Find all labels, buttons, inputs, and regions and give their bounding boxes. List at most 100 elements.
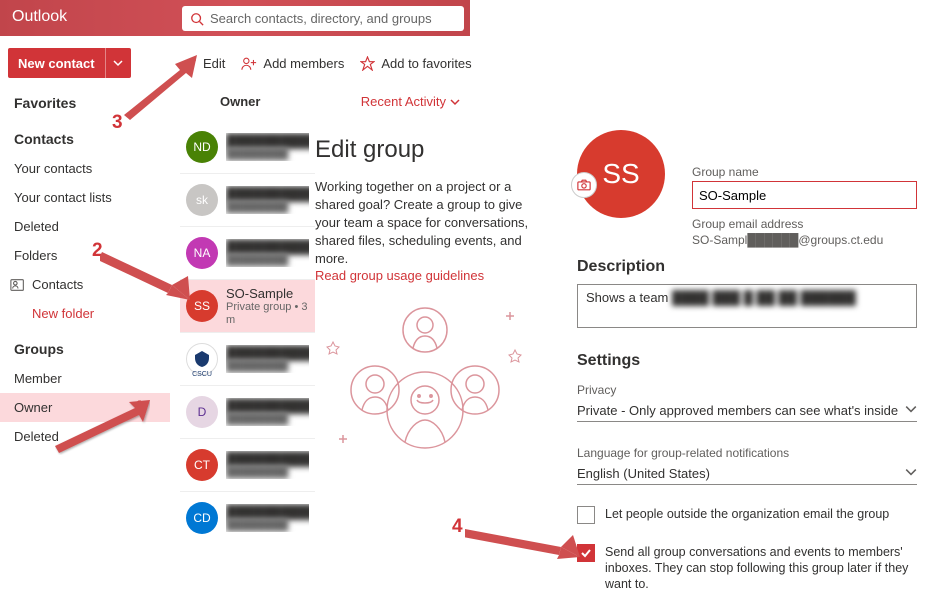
group-row[interactable]: ND ██████████████████ (180, 120, 315, 173)
group-row[interactable]: NA ██████████████████ (180, 226, 315, 279)
privacy-value: Private - Only approved members can see … (577, 403, 898, 418)
nav-folders[interactable]: Folders (0, 241, 170, 270)
group-name: ██████████ (226, 133, 309, 148)
nav-your-contact-lists[interactable]: Your contact lists (0, 183, 170, 212)
new-contact-label: New contact (8, 56, 105, 71)
group-name: SO-Sample (226, 286, 309, 301)
app-header: Outlook Search contacts, directory, and … (0, 0, 470, 36)
nav-contacts-link[interactable]: Contacts (0, 270, 170, 299)
group-name: ██████████ (226, 451, 309, 466)
app-name: Outlook (12, 8, 67, 26)
chevron-down-icon (905, 403, 917, 415)
new-contact-button[interactable]: New contact (8, 48, 131, 78)
star-icon (360, 56, 375, 71)
description-heading: Description (577, 258, 665, 276)
annotation-arrow-4 (465, 525, 580, 560)
group-toolbar: Edit Add members Add to favorites (182, 48, 472, 78)
group-subtitle: ████████ (226, 148, 309, 161)
nav-your-contacts[interactable]: Your contacts (0, 154, 170, 183)
description-value: Shows a team (586, 290, 668, 305)
privacy-label: Privacy (577, 383, 616, 397)
check-icon (580, 547, 592, 559)
edit-label: Edit (203, 56, 225, 71)
edit-group-panel: Edit group Working together on a project… (315, 136, 535, 283)
annotation-4: 4 (452, 516, 463, 538)
group-name: ██████████ (226, 345, 309, 360)
group-badge: NA (186, 237, 218, 269)
recent-activity-label: Recent Activity (361, 94, 446, 109)
group-subtitle: ████████ (226, 254, 309, 267)
group-row[interactable]: D ██████████████████ (180, 385, 315, 438)
language-select[interactable]: English (United States) (577, 463, 917, 485)
group-badge: D (186, 396, 218, 428)
description-input[interactable]: Shows a team ████ ███ █ ██ ██ ██████ (577, 284, 917, 328)
contacts-icon (10, 278, 26, 292)
group-badge: sk (186, 184, 218, 216)
search-icon (190, 12, 204, 26)
outside-email-checkbox[interactable] (577, 506, 595, 524)
add-favorites-button[interactable]: Add to favorites (360, 56, 471, 71)
list-column-header: Owner Recent Activity (220, 94, 460, 109)
group-row[interactable]: SS SO-SamplePrivate group • 3 m (180, 279, 315, 332)
description-hidden: ████ ███ █ ██ ██ ██████ (672, 290, 856, 305)
nav-favorites[interactable]: Favorites (0, 88, 170, 118)
group-row[interactable]: sk ██████████████████ (180, 173, 315, 226)
group-list: ND██████████████████sk██████████████████… (180, 120, 315, 544)
group-name-input[interactable] (692, 181, 917, 209)
recent-activity-sort[interactable]: Recent Activity (361, 94, 460, 109)
chevron-down-icon (905, 466, 917, 478)
group-badge: CSCU (186, 343, 218, 375)
privacy-select[interactable]: Private - Only approved members can see … (577, 400, 917, 422)
language-value: English (United States) (577, 466, 710, 481)
nav-member[interactable]: Member (0, 364, 170, 393)
search-placeholder: Search contacts, directory, and groups (210, 11, 432, 26)
nav-contacts[interactable]: Contacts (0, 124, 170, 154)
group-row[interactable]: CD██████████████████ (180, 491, 315, 544)
group-name-label: Group name (692, 165, 917, 179)
search-input[interactable]: Search contacts, directory, and groups (182, 6, 464, 31)
edit-group-blurb: Working together on a project or a share… (315, 178, 535, 268)
group-subtitle: ████████ (226, 201, 309, 214)
nav-deleted-groups[interactable]: Deleted (0, 422, 170, 451)
send-all-label: Send all group conversations and events … (605, 544, 917, 592)
add-favorites-label: Add to favorites (381, 56, 471, 71)
settings-heading: Settings (577, 352, 640, 370)
group-subtitle: ████████ (226, 360, 309, 373)
group-subtitle: Private group • 3 m (226, 301, 309, 327)
add-members-button[interactable]: Add members (241, 56, 344, 71)
group-email-value: SO-Sampl██████@groups.ct.edu (692, 232, 883, 248)
annotation-1: 1 (134, 398, 145, 420)
change-photo-button[interactable] (571, 172, 597, 198)
outside-email-label: Let people outside the organization emai… (605, 506, 889, 524)
new-contact-caret[interactable] (105, 48, 131, 78)
nav-new-folder[interactable]: New folder (0, 299, 170, 328)
group-badge: SS (186, 290, 218, 322)
group-row[interactable]: CT ██████████████████ (180, 438, 315, 491)
nav-groups[interactable]: Groups (0, 334, 170, 364)
left-nav: Favorites Contacts Your contacts Your co… (0, 88, 170, 451)
group-badge: CD (186, 502, 218, 534)
group-badge: ND (186, 131, 218, 163)
group-email-label: Group email address (692, 216, 883, 232)
group-name: ██████████ (226, 186, 309, 201)
owner-heading: Owner (220, 94, 260, 109)
send-all-checkbox[interactable] (577, 544, 595, 562)
chevron-down-icon (450, 97, 460, 107)
group-name: ██████████ (226, 239, 309, 254)
group-subtitle: ████████ (226, 413, 309, 426)
group-illustration (315, 300, 535, 460)
nav-deleted[interactable]: Deleted (0, 212, 170, 241)
edit-group-title: Edit group (315, 136, 535, 164)
group-subtitle: ████████ (226, 466, 309, 479)
usage-guidelines-link[interactable]: Read group usage guidelines (315, 268, 484, 283)
annotation-2: 2 (92, 240, 103, 262)
edit-button[interactable]: Edit (182, 56, 225, 71)
chevron-down-icon (113, 58, 123, 68)
add-members-icon (241, 56, 257, 71)
group-row[interactable]: CSCU ██████████████████ (180, 332, 315, 385)
group-badge: CT (186, 449, 218, 481)
pencil-icon (182, 56, 197, 71)
group-subtitle: ████████ (226, 519, 309, 532)
group-name: ██████████ (226, 398, 309, 413)
annotation-3: 3 (112, 112, 123, 134)
